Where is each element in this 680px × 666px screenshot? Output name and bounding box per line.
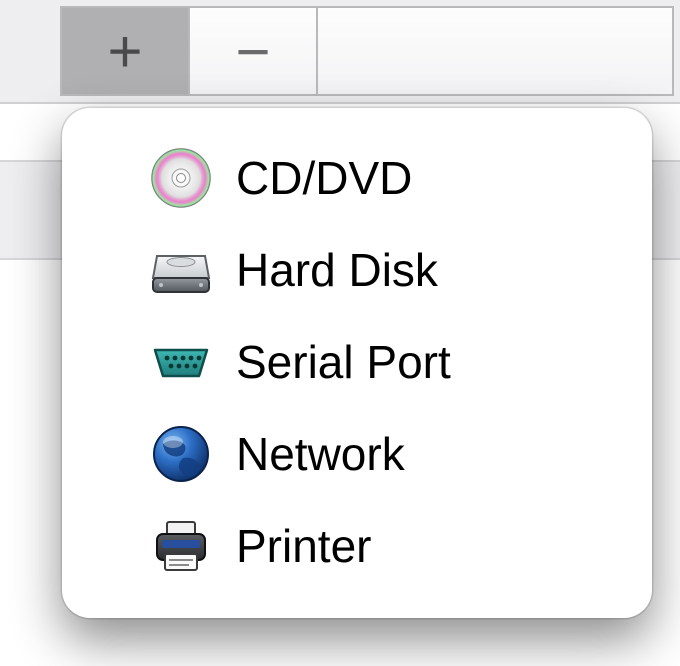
menu-item-label: Printer (236, 519, 371, 573)
remove-button[interactable]: − (190, 8, 318, 94)
toolbar: + − (0, 0, 680, 104)
serial-port-icon (144, 325, 218, 399)
add-hardware-menu: CD/DVD Hard Disk (62, 108, 652, 618)
hard-disk-icon (144, 233, 218, 307)
menu-item-network[interactable]: Network (86, 408, 632, 500)
menu-item-printer[interactable]: Printer (86, 500, 632, 592)
globe-icon (144, 417, 218, 491)
menu-item-label: Network (236, 427, 405, 481)
menu-item-label: Serial Port (236, 335, 451, 389)
menu-item-serial-port[interactable]: Serial Port (86, 316, 632, 408)
menu-item-cd-dvd[interactable]: CD/DVD (86, 132, 632, 224)
add-button[interactable]: + (62, 8, 190, 94)
menu-item-hard-disk[interactable]: Hard Disk (86, 224, 632, 316)
menu-item-label: CD/DVD (236, 151, 412, 205)
menu-item-label: Hard Disk (236, 243, 438, 297)
printer-icon (144, 509, 218, 583)
disc-icon (144, 141, 218, 215)
toolbar-segment: + − (60, 6, 674, 96)
toolbar-spacer (318, 8, 672, 94)
